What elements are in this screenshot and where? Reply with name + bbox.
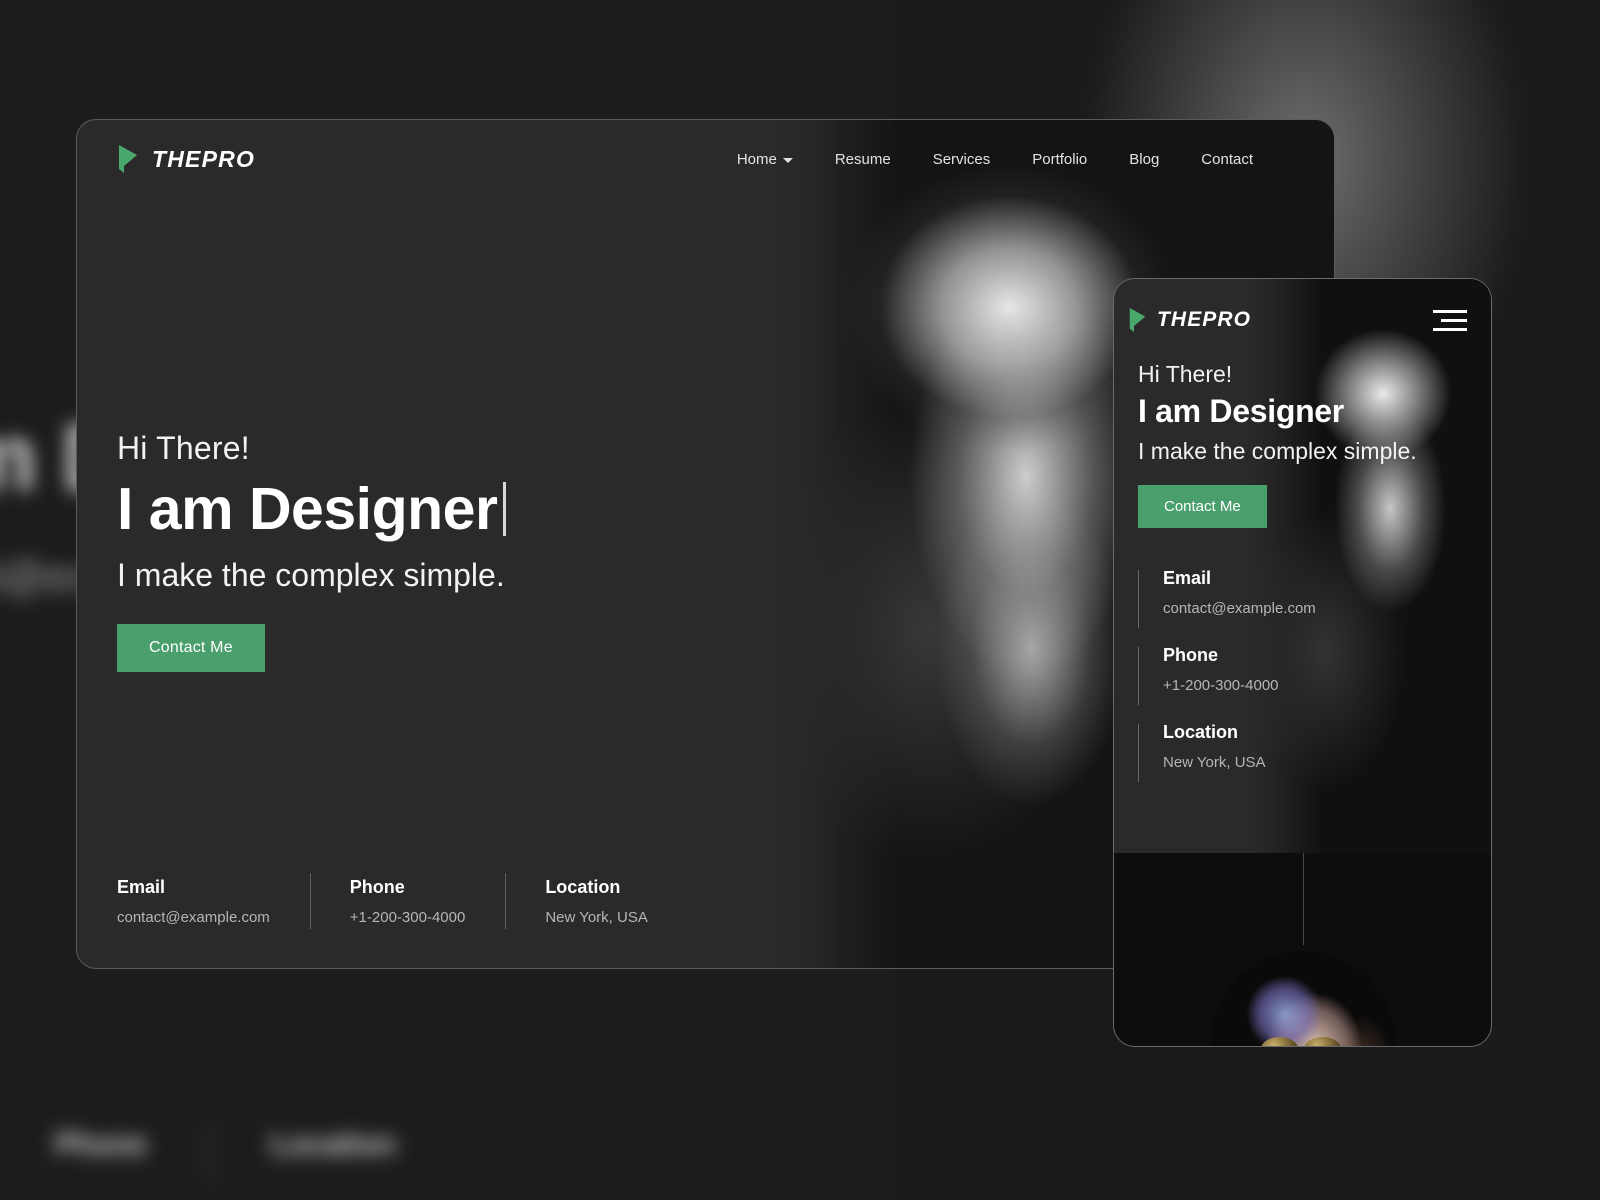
mobile-contact-item-email: Email contact@example.com bbox=[1138, 568, 1491, 628]
blurred-footer-item: Phone bbox=[55, 1128, 209, 1162]
mobile-contact-value[interactable]: contact@example.com bbox=[1163, 600, 1491, 617]
mobile-contact-value[interactable]: +1-200-300-4000 bbox=[1163, 677, 1491, 694]
contact-label: Email bbox=[117, 877, 166, 897]
section-divider bbox=[1303, 853, 1304, 945]
green-arrow-logo-icon bbox=[1129, 307, 1146, 333]
desktop-hero: Hi There! I am Designer I make the compl… bbox=[117, 430, 507, 672]
mobile-contact-label: Email bbox=[1163, 568, 1212, 588]
hero-headline-row: I am Designer bbox=[117, 475, 507, 543]
blurred-background-footer: Phone Location bbox=[55, 1122, 458, 1184]
mobile-hero: Hi There! I am Designer I make the compl… bbox=[1114, 361, 1491, 528]
brand-name: THEPRO bbox=[152, 145, 256, 172]
sunglasses-icon bbox=[1260, 1037, 1344, 1046]
mobile-hero-section: THEPRO Hi There! I am Designer I make th… bbox=[1114, 279, 1491, 853]
desktop-contact-strip: Email contact@example.com Phone +1-200-3… bbox=[117, 873, 688, 929]
green-arrow-logo-icon bbox=[119, 145, 137, 173]
mobile-brand-logo[interactable]: THEPRO bbox=[1128, 307, 1251, 333]
mobile-contact-item-phone: Phone +1-200-300-4000 bbox=[1138, 645, 1491, 705]
typing-cursor-icon bbox=[503, 482, 507, 536]
mobile-lower-section bbox=[1114, 853, 1491, 1046]
hamburger-bar bbox=[1433, 309, 1467, 313]
mobile-mockup-card: THEPRO Hi There! I am Designer I make th… bbox=[1113, 278, 1492, 1047]
contact-label: Phone bbox=[349, 877, 405, 897]
hamburger-bar bbox=[1441, 318, 1467, 322]
hero-tagline: I make the complex simple. bbox=[117, 557, 505, 593]
mobile-contact-label: Phone bbox=[1163, 645, 1219, 665]
hamburger-menu-icon[interactable] bbox=[1433, 309, 1467, 331]
desktop-navbar: THEPRO Home Resume Services Portfolio Bl… bbox=[77, 120, 1334, 198]
desktop-nav-links: Home Resume Services Portfolio Blog Cont… bbox=[716, 151, 1274, 168]
chevron-down-icon bbox=[782, 158, 793, 163]
sunglass-lens bbox=[1303, 1037, 1341, 1046]
avatar bbox=[1210, 951, 1395, 1046]
contact-item-email: Email contact@example.com bbox=[117, 877, 310, 926]
mobile-hero-headline: I am Designer bbox=[1138, 393, 1344, 429]
contact-value: New York, USA bbox=[545, 909, 648, 926]
contact-value[interactable]: contact@example.com bbox=[117, 909, 270, 926]
contact-item-location: Location New York, USA bbox=[505, 873, 688, 929]
hero-headline: I am Designer bbox=[117, 476, 498, 542]
mobile-contact-value: New York, USA bbox=[1163, 754, 1266, 771]
contact-item-phone: Phone +1-200-300-4000 bbox=[309, 873, 506, 929]
mobile-contact-label: Location bbox=[1163, 722, 1238, 742]
mobile-navbar: THEPRO bbox=[1114, 279, 1491, 361]
nav-item-label: Home bbox=[736, 150, 777, 168]
nav-item-contact[interactable]: Contact bbox=[1180, 151, 1274, 168]
nav-item-blog[interactable]: Blog bbox=[1108, 151, 1180, 168]
blurred-footer-label: Phone bbox=[55, 1128, 147, 1161]
screenshot-stage: I am Designer contact@example.com Phone … bbox=[0, 0, 1600, 1200]
contact-label: Location bbox=[545, 877, 621, 897]
brand-logo[interactable]: THEPRO bbox=[117, 144, 255, 174]
mobile-hero-greeting: Hi There! bbox=[1138, 361, 1233, 387]
mobile-hero-tagline: I make the complex simple. bbox=[1138, 438, 1417, 464]
nav-item-home[interactable]: Home bbox=[716, 151, 814, 168]
mobile-contact-me-button[interactable]: Contact Me bbox=[1138, 485, 1267, 528]
blurred-footer-item: Location bbox=[208, 1122, 458, 1184]
contact-me-button[interactable]: Contact Me bbox=[117, 624, 265, 672]
nav-item-resume[interactable]: Resume bbox=[814, 151, 912, 168]
mobile-brand-name: THEPRO bbox=[1157, 308, 1252, 331]
mobile-contact-item-location: Location New York, USA bbox=[1138, 722, 1491, 782]
hero-greeting: Hi There! bbox=[117, 430, 250, 466]
hamburger-bar bbox=[1433, 327, 1467, 331]
mobile-contact-list: Email contact@example.com Phone +1-200-3… bbox=[1114, 568, 1491, 782]
nav-item-portfolio[interactable]: Portfolio bbox=[1011, 151, 1108, 168]
sunglass-lens bbox=[1260, 1037, 1298, 1046]
blurred-footer-label: Location bbox=[270, 1128, 396, 1161]
contact-value[interactable]: +1-200-300-4000 bbox=[350, 909, 466, 926]
nav-item-services[interactable]: Services bbox=[912, 151, 1012, 168]
